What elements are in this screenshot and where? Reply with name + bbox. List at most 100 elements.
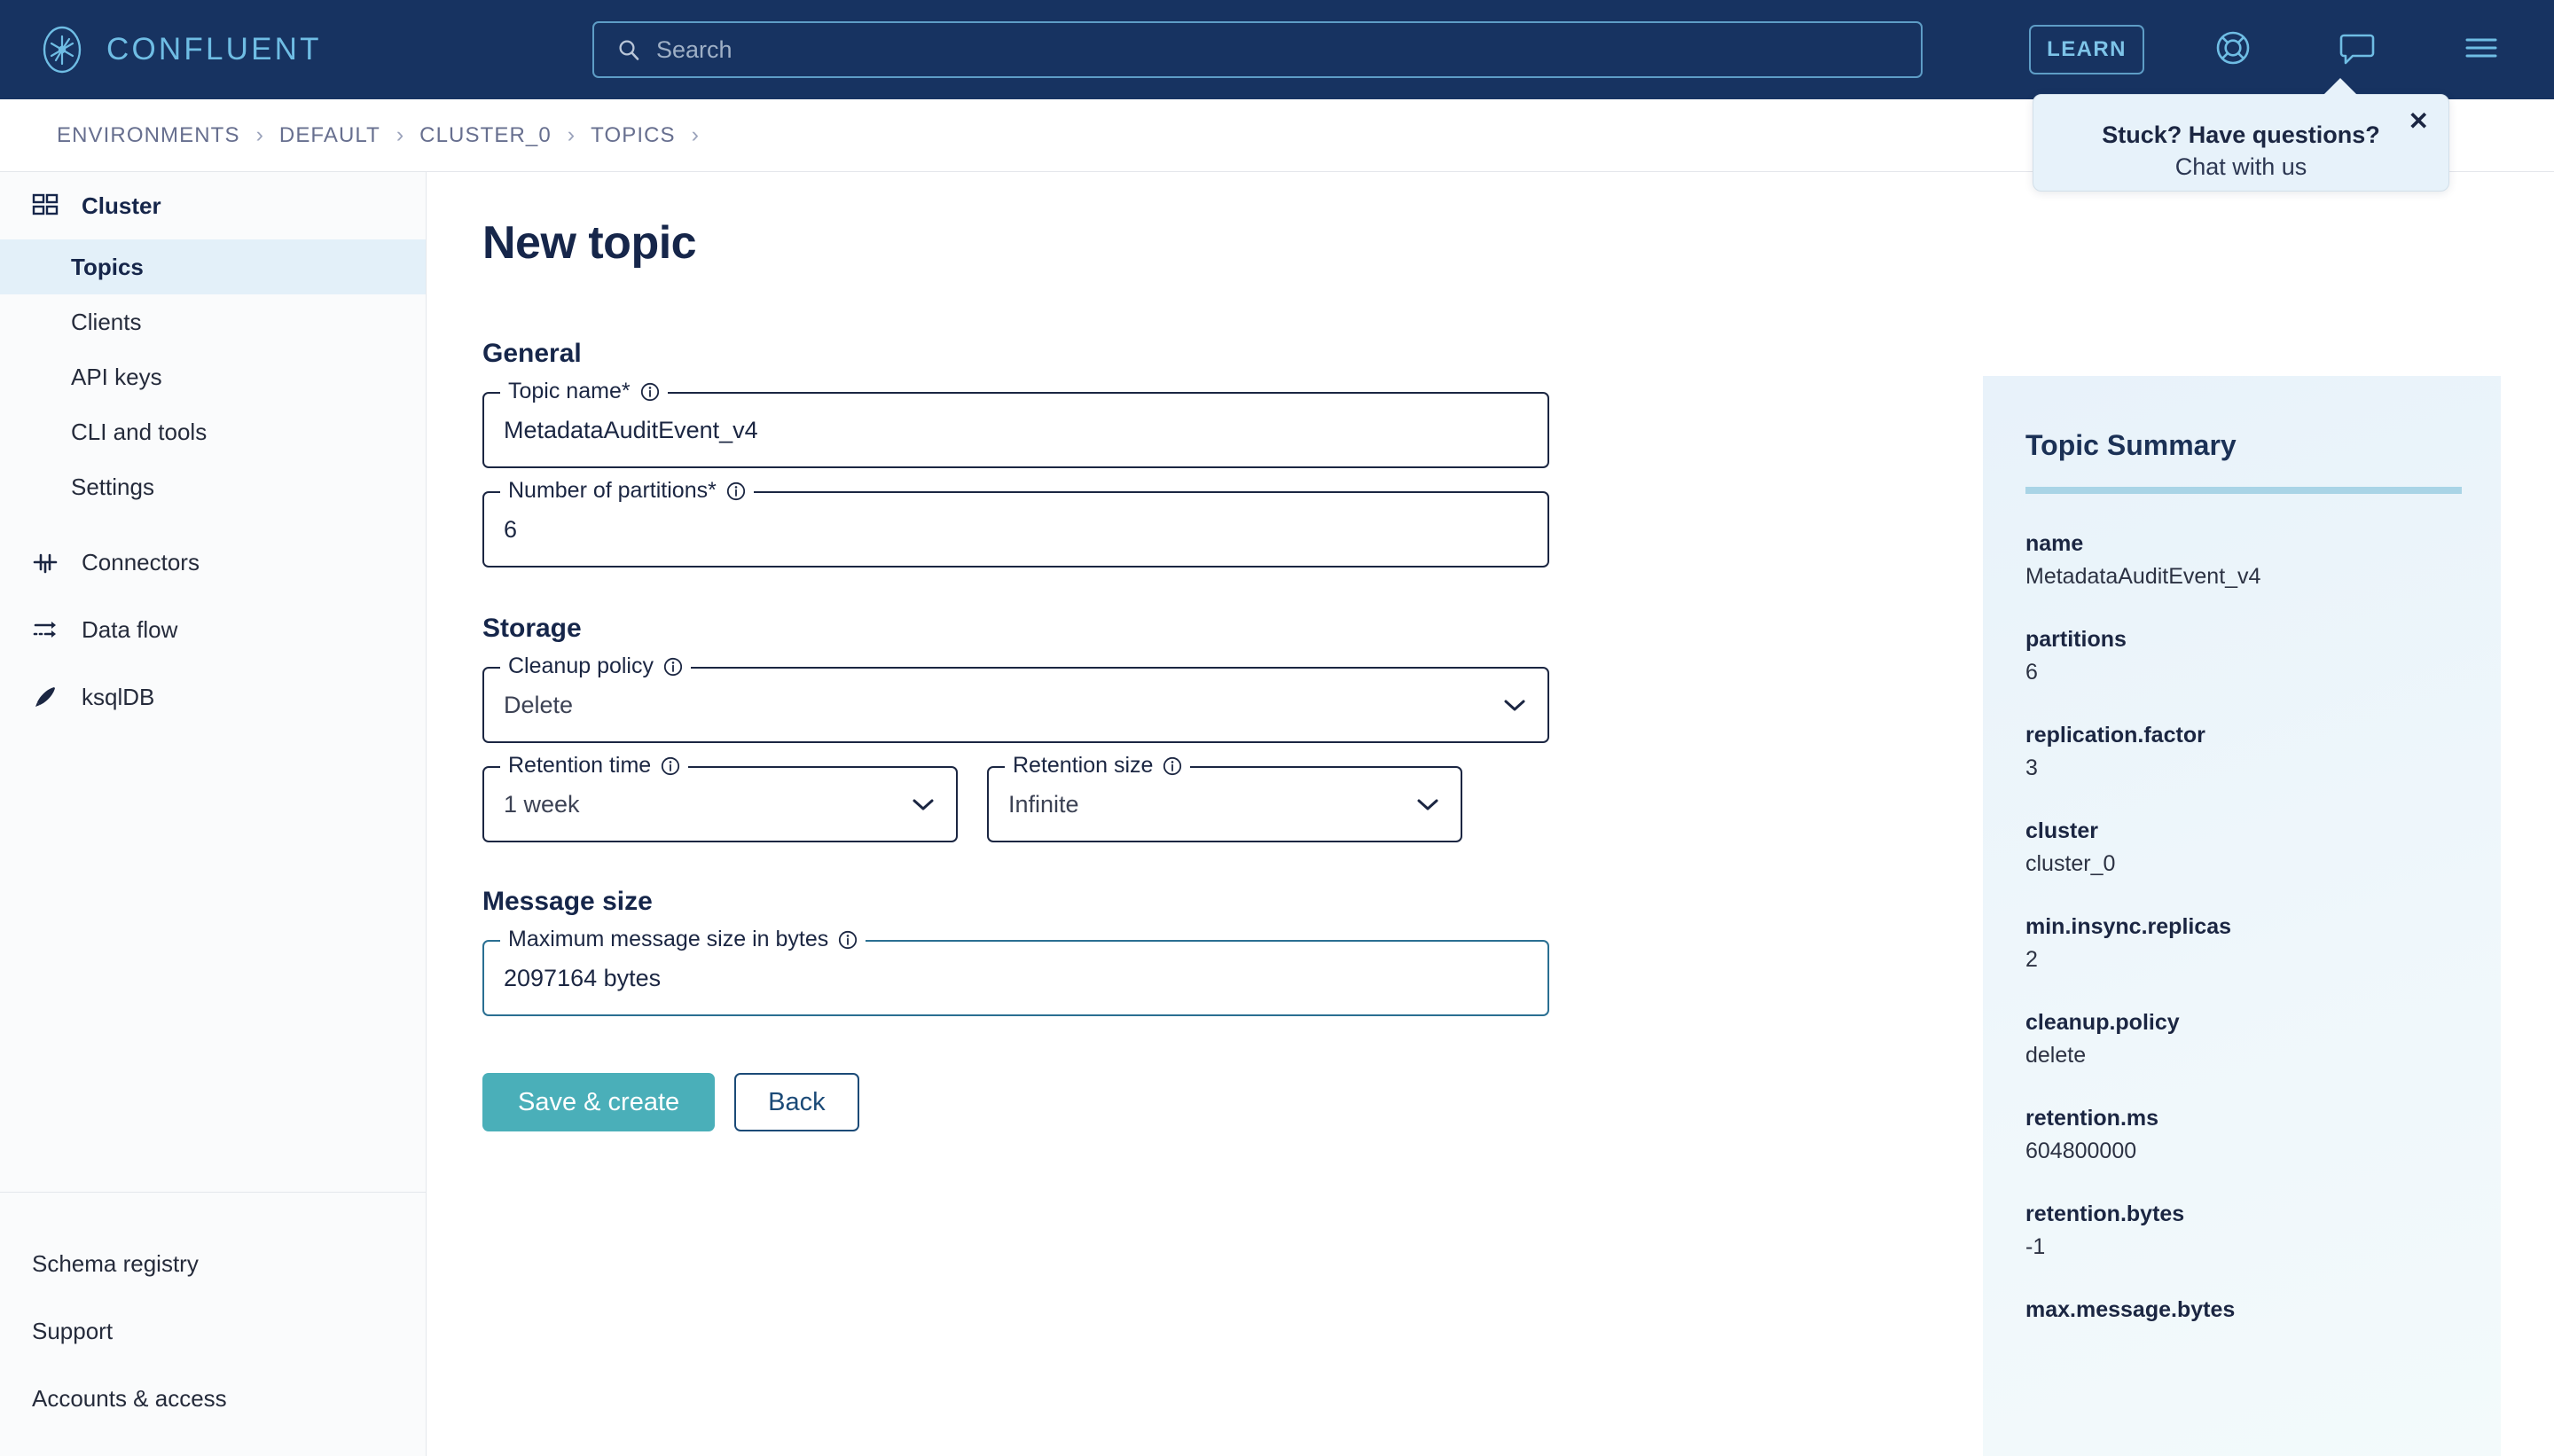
summary-value: 6 [2025, 660, 2458, 685]
retention-size-legend: Retention size [1005, 753, 1190, 779]
breadcrumb-separator-icon: › [256, 122, 263, 148]
sidebar-item-ksqldb[interactable]: ksqlDB [0, 663, 426, 731]
cleanup-policy-legend: Cleanup policy [500, 654, 691, 679]
info-icon[interactable] [663, 657, 683, 677]
sidebar-item-data-flow[interactable]: Data flow [0, 596, 426, 663]
summary-value: delete [2025, 1043, 2458, 1069]
section-heading-general: General [482, 339, 1983, 369]
sidebar-item-accounts-access[interactable]: Accounts & access [32, 1385, 227, 1413]
sidebar-item-label: Clients [71, 309, 141, 336]
partitions-legend: Number of partitions* [500, 478, 754, 504]
sidebar-item-label: ksqlDB [82, 684, 154, 711]
section-heading-storage: Storage [482, 614, 1983, 644]
summary-item-name: name MetadataAuditEvent_v4 [2025, 531, 2458, 590]
breadcrumb-separator-icon: › [692, 122, 699, 148]
search-input[interactable] [656, 36, 1921, 64]
cleanup-policy-label: Cleanup policy [508, 654, 654, 679]
page-title: New topic [482, 216, 1983, 270]
chat-popup-arrow [2321, 78, 2360, 98]
retention-time-select[interactable]: Retention time 1 week [482, 766, 958, 842]
ksqldb-rocket-icon [32, 684, 59, 710]
chevron-down-icon[interactable] [912, 797, 935, 811]
sidebar-item-label: Topics [71, 254, 144, 281]
topic-summary-panel: Topic Summary name MetadataAuditEvent_v4… [1983, 376, 2501, 1456]
max-message-size-field[interactable]: Maximum message size in bytes [482, 940, 1549, 1016]
info-icon[interactable] [838, 930, 858, 950]
sidebar-spacer [0, 514, 426, 528]
summary-value: -1 [2025, 1234, 2458, 1260]
sidebar-item-label: API keys [71, 364, 162, 391]
search-bar[interactable] [592, 21, 1923, 78]
grid-dashboard-icon [32, 192, 59, 219]
chevron-down-icon[interactable] [1416, 797, 1439, 811]
summary-key: cleanup.policy [2025, 1010, 2458, 1036]
retention-size-select[interactable]: Retention size Infinite [987, 766, 1462, 842]
learn-button[interactable]: LEARN [2029, 25, 2144, 74]
chat-button[interactable] [2332, 25, 2382, 74]
hamburger-menu-button[interactable] [2456, 25, 2506, 74]
sidebar-item-label: Accounts & access [32, 1385, 227, 1412]
save-and-create-button[interactable]: Save & create [482, 1073, 715, 1131]
summary-item-cluster: cluster cluster_0 [2025, 818, 2458, 877]
close-icon[interactable]: ✕ [2409, 109, 2429, 134]
summary-value: 604800000 [2025, 1139, 2458, 1164]
breadcrumb-item-cluster0[interactable]: CLUSTER_0 [419, 123, 552, 148]
cleanup-policy-select[interactable]: Cleanup policy Delete [482, 667, 1549, 743]
chat-popup: ✕ Stuck? Have questions? Chat with us [2033, 94, 2449, 192]
partitions-label: Number of partitions* [508, 478, 717, 504]
sidebar-item-label: Data flow [82, 616, 177, 644]
sidebar-item-clients[interactable]: Clients [0, 294, 426, 349]
breadcrumb-separator-icon: › [568, 122, 575, 148]
chevron-down-icon[interactable] [1503, 698, 1526, 712]
breadcrumb-item-default[interactable]: DEFAULT [279, 123, 380, 148]
summary-item-max-message-bytes: max.message.bytes [2025, 1297, 2458, 1323]
sidebar-item-label: Connectors [82, 549, 200, 576]
chat-bubble-icon [2336, 27, 2378, 74]
topic-name-legend: Topic name* [500, 379, 668, 404]
chat-popup-subtitle: Chat with us [2033, 153, 2448, 181]
sidebar-item-label: Settings [71, 474, 154, 501]
sidebar-item-label: Support [32, 1318, 113, 1344]
summary-key: cluster [2025, 818, 2458, 844]
sidebar-item-label: Schema registry [32, 1250, 199, 1277]
brand-name: CONFLUENT [106, 32, 322, 67]
summary-key: max.message.bytes [2025, 1297, 2458, 1323]
info-icon[interactable] [661, 756, 680, 776]
partitions-input[interactable] [504, 516, 1418, 544]
summary-item-min-insync-replicas: min.insync.replicas 2 [2025, 914, 2458, 973]
topic-summary-title: Topic Summary [2025, 429, 2458, 462]
connectors-icon [32, 549, 59, 575]
retention-size-value: Infinite [1008, 791, 1414, 818]
info-icon[interactable] [726, 481, 746, 501]
chat-popup-title: Stuck? Have questions? [2033, 121, 2448, 149]
sidebar-item-schema-registry[interactable]: Schema registry [32, 1250, 199, 1278]
topic-name-field[interactable]: Topic name* [482, 392, 1549, 468]
sidebar-divider [0, 1192, 426, 1193]
retention-time-value: 1 week [504, 791, 910, 818]
partitions-field[interactable]: Number of partitions* [482, 491, 1549, 568]
sidebar-item-label: CLI and tools [71, 419, 207, 446]
sidebar: Cluster Topics Clients API keys CLI and … [0, 172, 427, 1456]
breadcrumb-item-topics[interactable]: TOPICS [591, 123, 676, 148]
brand-logo[interactable]: CONFLUENT [37, 25, 322, 74]
section-heading-message-size: Message size [482, 887, 1983, 917]
help-button[interactable] [2208, 25, 2258, 74]
breadcrumb: ENVIRONMENTS › DEFAULT › CLUSTER_0 › TOP… [57, 122, 715, 148]
sidebar-item-topics[interactable]: Topics [0, 239, 426, 294]
sidebar-item-cli-and-tools[interactable]: CLI and tools [0, 404, 426, 459]
form-actions: Save & create Back [482, 1073, 1983, 1131]
topic-name-input[interactable] [504, 417, 1418, 444]
back-button[interactable]: Back [734, 1073, 858, 1131]
breadcrumb-item-environments[interactable]: ENVIRONMENTS [57, 123, 240, 148]
summary-key: partitions [2025, 627, 2458, 653]
sidebar-item-settings[interactable]: Settings [0, 459, 426, 514]
info-icon[interactable] [1163, 756, 1182, 776]
sidebar-group-cluster[interactable]: Cluster [0, 172, 426, 239]
info-icon[interactable] [640, 382, 660, 402]
sidebar-item-connectors[interactable]: Connectors [0, 528, 426, 596]
retention-size-label: Retention size [1013, 753, 1153, 779]
sidebar-item-api-keys[interactable]: API keys [0, 349, 426, 404]
max-message-size-input[interactable] [504, 965, 1418, 992]
sidebar-item-support[interactable]: Support [32, 1318, 113, 1345]
summary-item-replication-factor: replication.factor 3 [2025, 723, 2458, 781]
